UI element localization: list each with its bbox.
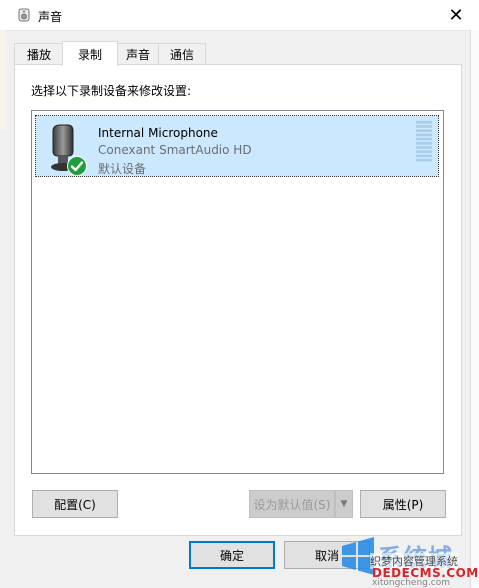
device-driver: Conexant SmartAudio HD xyxy=(98,143,252,157)
check-icon xyxy=(67,156,87,176)
level-meter xyxy=(416,121,432,162)
background-window-edge xyxy=(470,30,479,588)
level-meter-segment xyxy=(416,146,432,149)
configure-button[interactable]: 配置(C) xyxy=(32,490,118,518)
level-meter-segment xyxy=(416,142,432,145)
level-meter-segment xyxy=(416,150,432,153)
ok-button[interactable]: 确定 xyxy=(189,541,275,569)
level-meter-segment xyxy=(416,129,432,132)
level-meter-segment xyxy=(416,121,432,124)
properties-button[interactable]: 属性(P) xyxy=(360,490,446,518)
tab-communications[interactable]: 通信 xyxy=(158,43,206,65)
title-bar: 声音 ✕ xyxy=(0,0,479,31)
set-default-dropdown-button[interactable]: ▼ xyxy=(335,490,353,518)
level-meter-segment xyxy=(416,158,432,162)
device-list[interactable]: Internal Microphone Conexant SmartAudio … xyxy=(31,110,444,474)
close-button[interactable]: ✕ xyxy=(433,0,479,30)
close-icon: ✕ xyxy=(448,4,464,26)
speaker-icon xyxy=(18,8,30,22)
window-title: 声音 xyxy=(38,10,63,24)
level-meter-segment xyxy=(416,137,432,141)
watermark-line3: xitongcheng.com xyxy=(372,578,450,588)
list-item-internal-microphone[interactable]: Internal Microphone Conexant SmartAudio … xyxy=(35,115,439,177)
device-status: 默认设备 xyxy=(98,162,147,176)
tab-sounds[interactable]: 声音 xyxy=(116,43,160,65)
chevron-down-icon: ▼ xyxy=(340,499,348,509)
level-meter-segment xyxy=(416,154,432,158)
set-default-button[interactable]: 设为默认值(S) xyxy=(249,490,335,518)
instruction-text: 选择以下录制设备来修改设置: xyxy=(31,84,192,98)
background-window-edge-left xyxy=(0,30,6,130)
tab-playback[interactable]: 播放 xyxy=(14,43,64,65)
tab-recording[interactable]: 录制 xyxy=(62,41,118,66)
level-meter-segment xyxy=(416,133,432,137)
device-name: Internal Microphone xyxy=(98,126,218,140)
level-meter-segment xyxy=(416,125,432,128)
